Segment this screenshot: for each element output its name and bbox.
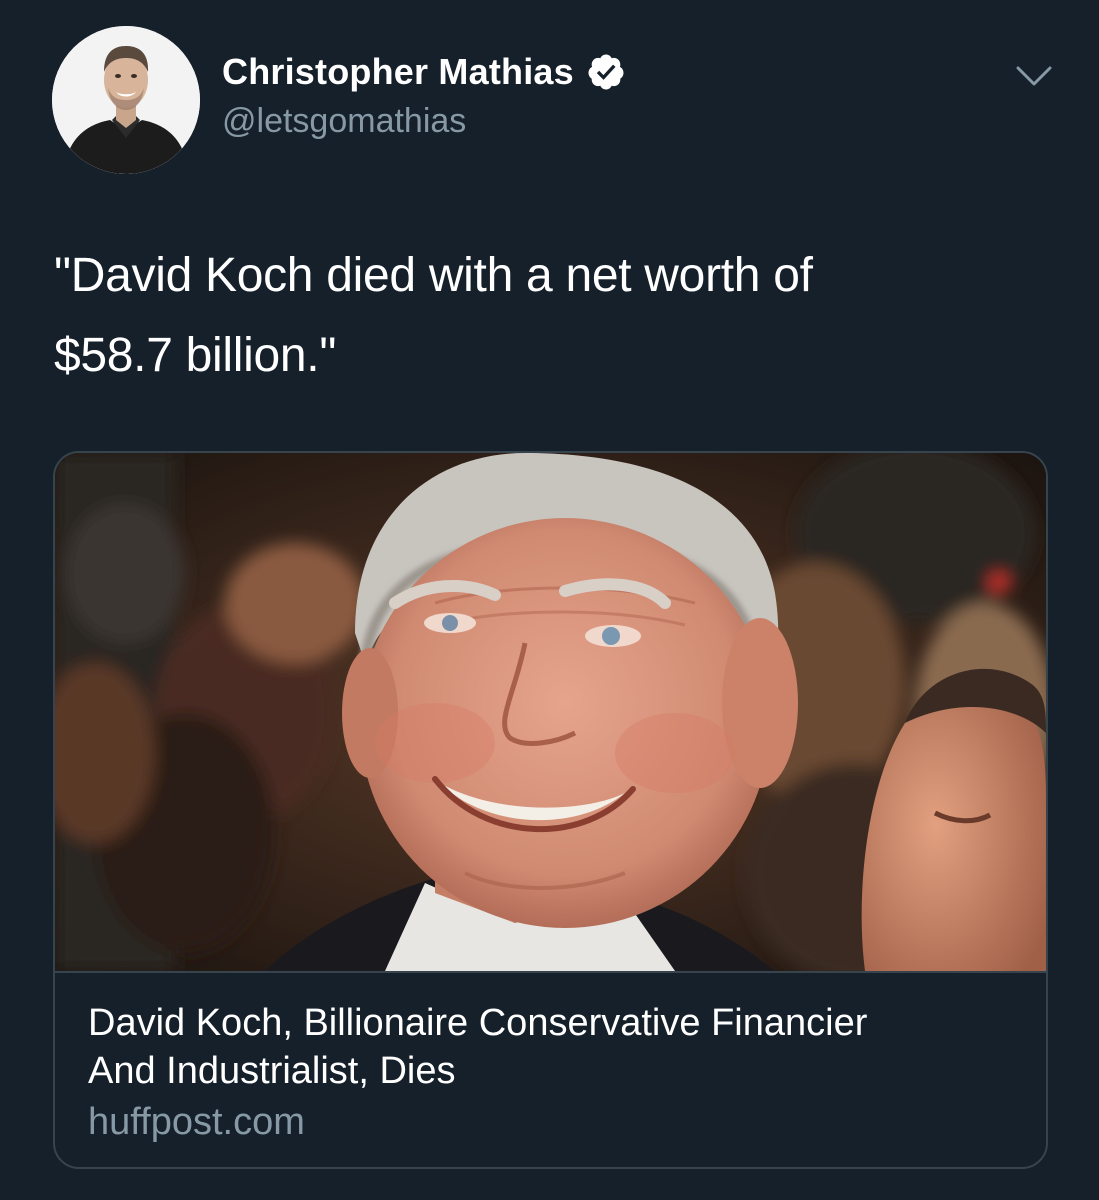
card-title-line: And Industrialist, Dies [88, 1050, 456, 1092]
tweet-text-line: "David Koch died with a net worth of [54, 249, 813, 302]
author-display-name[interactable]: Christopher Mathias [222, 51, 574, 93]
card-divider [55, 971, 1046, 973]
card-image [55, 453, 1046, 971]
card-domain[interactable]: huffpost.com [88, 1098, 305, 1146]
author-handle[interactable]: @letsgomathias [222, 102, 626, 141]
card-title[interactable]: David Koch, Billionaire Conservative Fin… [88, 999, 1018, 1095]
avatar-photo [52, 26, 200, 174]
tweet-author: Christopher Mathias @letsgomathias [222, 46, 626, 141]
avatar[interactable] [52, 26, 200, 174]
chevron-down-icon[interactable] [1012, 60, 1056, 94]
link-card[interactable]: David Koch, Billionaire Conservative Fin… [53, 451, 1048, 1169]
card-title-line: David Koch, Billionaire Conservative Fin… [88, 1002, 868, 1044]
tweet-text-line: $58.7 billion." [54, 329, 337, 382]
tweet[interactable]: Christopher Mathias @letsgomathias "Davi… [0, 0, 1099, 1200]
card-photo [55, 453, 1046, 971]
verified-badge-icon [588, 54, 624, 90]
name-row: Christopher Mathias [222, 46, 626, 98]
tweet-text: "David Koch died with a net worth of $58… [54, 236, 1054, 396]
